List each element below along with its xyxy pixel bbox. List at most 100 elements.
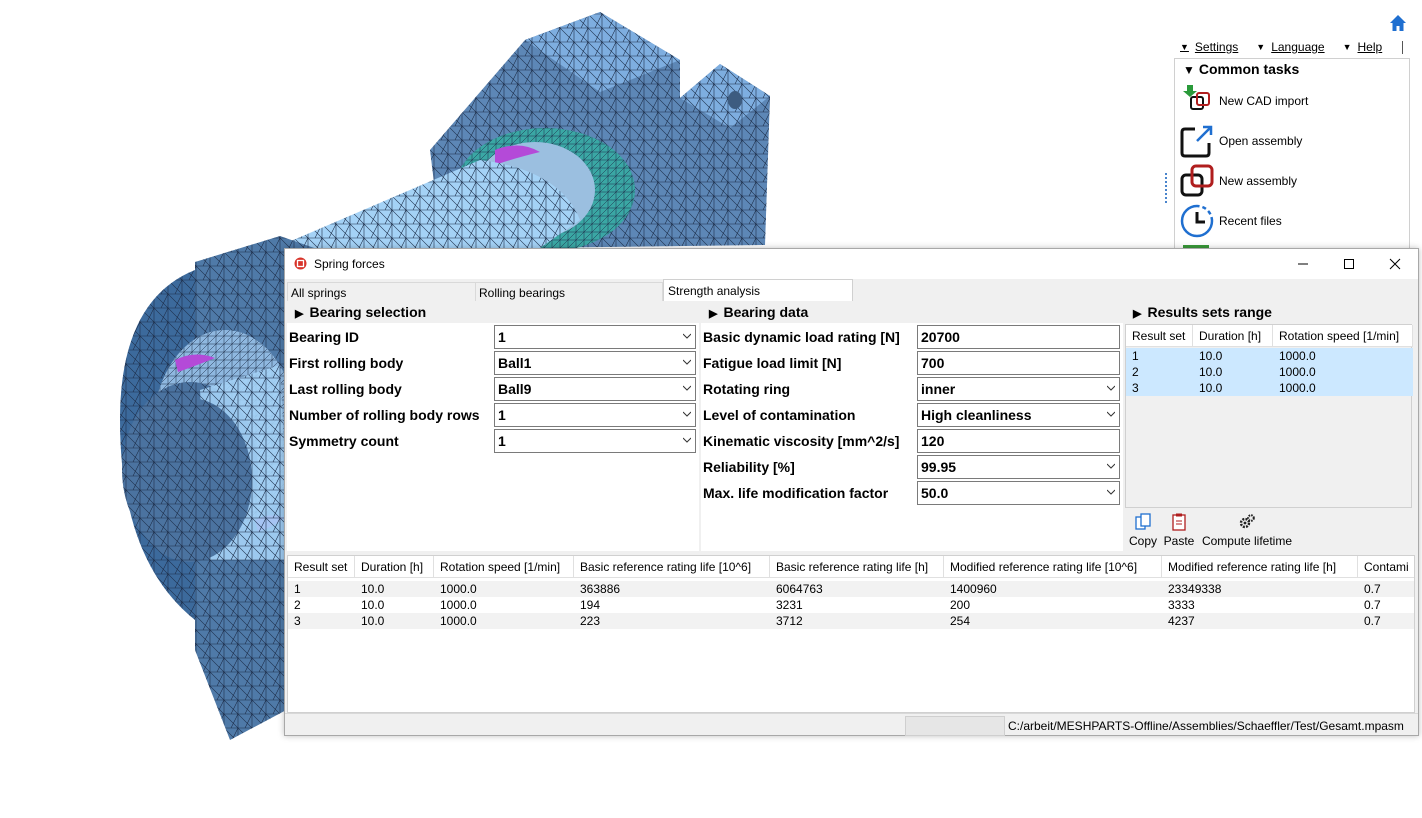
table-row[interactable]: 2 10.0 1000.0 194 3231 200 3333 0.7 xyxy=(288,597,1414,613)
header-contamination[interactable]: Contami xyxy=(1358,556,1414,578)
tab-rolling-bearings[interactable]: Rolling bearings xyxy=(475,282,663,301)
rotating-ring-select[interactable]: inner xyxy=(917,377,1120,401)
chevron-down-icon[interactable]: ▼ xyxy=(1343,42,1352,52)
contamination-select[interactable]: High cleanliness xyxy=(917,403,1120,427)
expand-triangle-icon: ▶ xyxy=(295,308,304,320)
dynamic-load-rating-input[interactable]: 20700 xyxy=(917,325,1120,349)
table-row[interactable]: 3 10.0 1000.0 xyxy=(1126,380,1413,396)
paste-button[interactable]: Paste xyxy=(1163,513,1195,548)
header-result-set[interactable]: Result set xyxy=(288,556,355,578)
contamination-label: Level of contamination xyxy=(703,407,856,423)
table-cell: 10.0 xyxy=(1199,365,1223,379)
recent-files-button[interactable]: Recent files xyxy=(1179,203,1399,239)
header-duration[interactable]: Duration [h] xyxy=(355,556,434,578)
table-row[interactable]: 3 10.0 1000.0 223 3712 254 4237 0.7 xyxy=(288,613,1414,629)
language-menu[interactable]: Language xyxy=(1271,40,1324,54)
table-cell: 1000.0 xyxy=(1279,365,1316,379)
compute-lifetime-button[interactable]: Compute lifetime xyxy=(1199,513,1295,548)
minimize-button[interactable] xyxy=(1280,249,1326,279)
header-duration[interactable]: Duration [h] xyxy=(1193,325,1273,347)
last-rolling-body-label: Last rolling body xyxy=(289,381,402,397)
rolling-body-rows-row: Number of rolling body rows xyxy=(289,402,480,428)
open-assembly-button[interactable]: Open assembly xyxy=(1179,123,1399,159)
chevron-down-icon[interactable]: ▼ xyxy=(1256,42,1265,52)
table-cell: 4237 xyxy=(1168,614,1195,628)
header-result-set[interactable]: Result set xyxy=(1126,325,1193,347)
gears-icon xyxy=(1239,514,1255,529)
table-cell: 0.7 xyxy=(1364,598,1381,612)
table-cell: 10.0 xyxy=(361,598,385,612)
header-modified-life-hours[interactable]: Modified reference rating life [h] xyxy=(1162,556,1358,578)
dialog-titlebar[interactable]: Spring forces xyxy=(285,249,1418,279)
tab-strength-analysis[interactable]: Strength analysis xyxy=(663,279,853,301)
settings-menu[interactable]: Settings xyxy=(1195,40,1238,54)
life-modification-label: Max. life modification factor xyxy=(703,485,889,501)
expand-triangle-icon: ▶ xyxy=(1133,308,1142,320)
header-basic-life-hours[interactable]: Basic reference rating life [h] xyxy=(770,556,944,578)
close-button[interactable] xyxy=(1372,249,1418,279)
header-rotation-speed[interactable]: Rotation speed [1/min] xyxy=(1273,325,1413,347)
status-progress-box xyxy=(905,716,1005,736)
table-row[interactable]: 1 10.0 1000.0 xyxy=(1126,348,1413,364)
reliability-select[interactable]: 99.95 xyxy=(917,455,1120,479)
bearing-id-select[interactable]: 1 xyxy=(494,325,696,349)
chevron-down-icon xyxy=(1107,463,1115,469)
maximize-button[interactable] xyxy=(1326,249,1372,279)
vertical-separator-icon xyxy=(1402,40,1404,54)
fatigue-load-limit-row: Fatigue load limit [N] xyxy=(703,350,841,376)
symmetry-count-select[interactable]: 1 xyxy=(494,429,696,453)
reliability-label: Reliability [%] xyxy=(703,459,795,475)
new-assembly-icon xyxy=(1180,164,1214,197)
header-basic-life-cycles[interactable]: Basic reference rating life [10^6] xyxy=(574,556,770,578)
table-row[interactable]: 1 10.0 1000.0 363886 6064763 1400960 233… xyxy=(288,581,1414,597)
fatigue-load-limit-label: Fatigue load limit [N] xyxy=(703,355,842,371)
new-cad-import-button[interactable]: New CAD import xyxy=(1179,83,1399,119)
kinematic-viscosity-input[interactable]: 120 xyxy=(917,429,1120,453)
contamination-row: Level of contamination xyxy=(703,402,855,428)
clock-icon xyxy=(1180,204,1214,238)
tab-all-springs[interactable]: All springs xyxy=(287,282,477,301)
bearing-data-panel: Basic dynamic load rating [N] 20700 Fati… xyxy=(701,323,1123,551)
table-cell: 6064763 xyxy=(776,582,823,596)
bearing-selection-title[interactable]: ▶ Bearing selection xyxy=(295,304,426,320)
app-window: ▼ Settings ▼ Language ▼ Help ▼ Common tas… xyxy=(0,0,1422,818)
results-table[interactable]: Result set Duration [h] Rotation speed [… xyxy=(287,555,1415,713)
table-row[interactable]: 2 10.0 1000.0 xyxy=(1126,364,1413,380)
last-rolling-body-select[interactable]: Ball9 xyxy=(494,377,696,401)
rotating-ring-row: Rotating ring xyxy=(703,376,790,402)
table-cell: 1000.0 xyxy=(1279,381,1316,395)
chevron-down-icon xyxy=(683,359,691,365)
open-assembly-icon xyxy=(1180,125,1213,158)
new-assembly-label: New assembly xyxy=(1219,174,1298,188)
new-assembly-button[interactable]: New assembly xyxy=(1179,163,1399,199)
table-cell: 2 xyxy=(1132,365,1139,379)
panel-resize-handle[interactable] xyxy=(1164,172,1168,204)
results-range-table[interactable]: Result set Duration [h] Rotation speed [… xyxy=(1125,324,1413,508)
chevron-down-icon xyxy=(683,333,691,339)
table-cell: 10.0 xyxy=(361,614,385,628)
table-cell: 0.7 xyxy=(1364,614,1381,628)
dynamic-load-rating-label: Basic dynamic load rating [N] xyxy=(703,329,900,345)
table-cell: 0.7 xyxy=(1364,582,1381,596)
table-cell: 10.0 xyxy=(1199,349,1223,363)
copy-button[interactable]: Copy xyxy=(1129,513,1157,548)
first-rolling-body-select[interactable]: Ball1 xyxy=(494,351,696,375)
header-modified-life-cycles[interactable]: Modified reference rating life [10^6] xyxy=(944,556,1162,578)
results-range-title[interactable]: ▶ Results sets range xyxy=(1133,304,1272,320)
help-menu[interactable]: Help xyxy=(1358,40,1383,54)
status-bar: C:/arbeit/MESHPARTS-Offline/Assemblies/S… xyxy=(285,713,1418,736)
bearing-data-title[interactable]: ▶ Bearing data xyxy=(709,304,808,320)
maximize-icon xyxy=(1344,259,1354,269)
paste-label: Paste xyxy=(1163,534,1195,548)
menu-expand-icon[interactable]: ▼ xyxy=(1180,42,1189,52)
life-modification-select[interactable]: 50.0 xyxy=(917,481,1120,505)
header-rotation-speed[interactable]: Rotation speed [1/min] xyxy=(434,556,574,578)
home-icon[interactable] xyxy=(1389,14,1407,32)
cad-import-icon xyxy=(1183,85,1210,110)
table-cell: 1400960 xyxy=(950,582,997,596)
rolling-body-rows-select[interactable]: 1 xyxy=(494,403,696,427)
table-cell: 3333 xyxy=(1168,598,1195,612)
common-tasks-title[interactable]: ▼ Common tasks xyxy=(1183,61,1299,77)
fatigue-load-limit-input[interactable]: 700 xyxy=(917,351,1120,375)
table-cell: 223 xyxy=(580,614,601,628)
